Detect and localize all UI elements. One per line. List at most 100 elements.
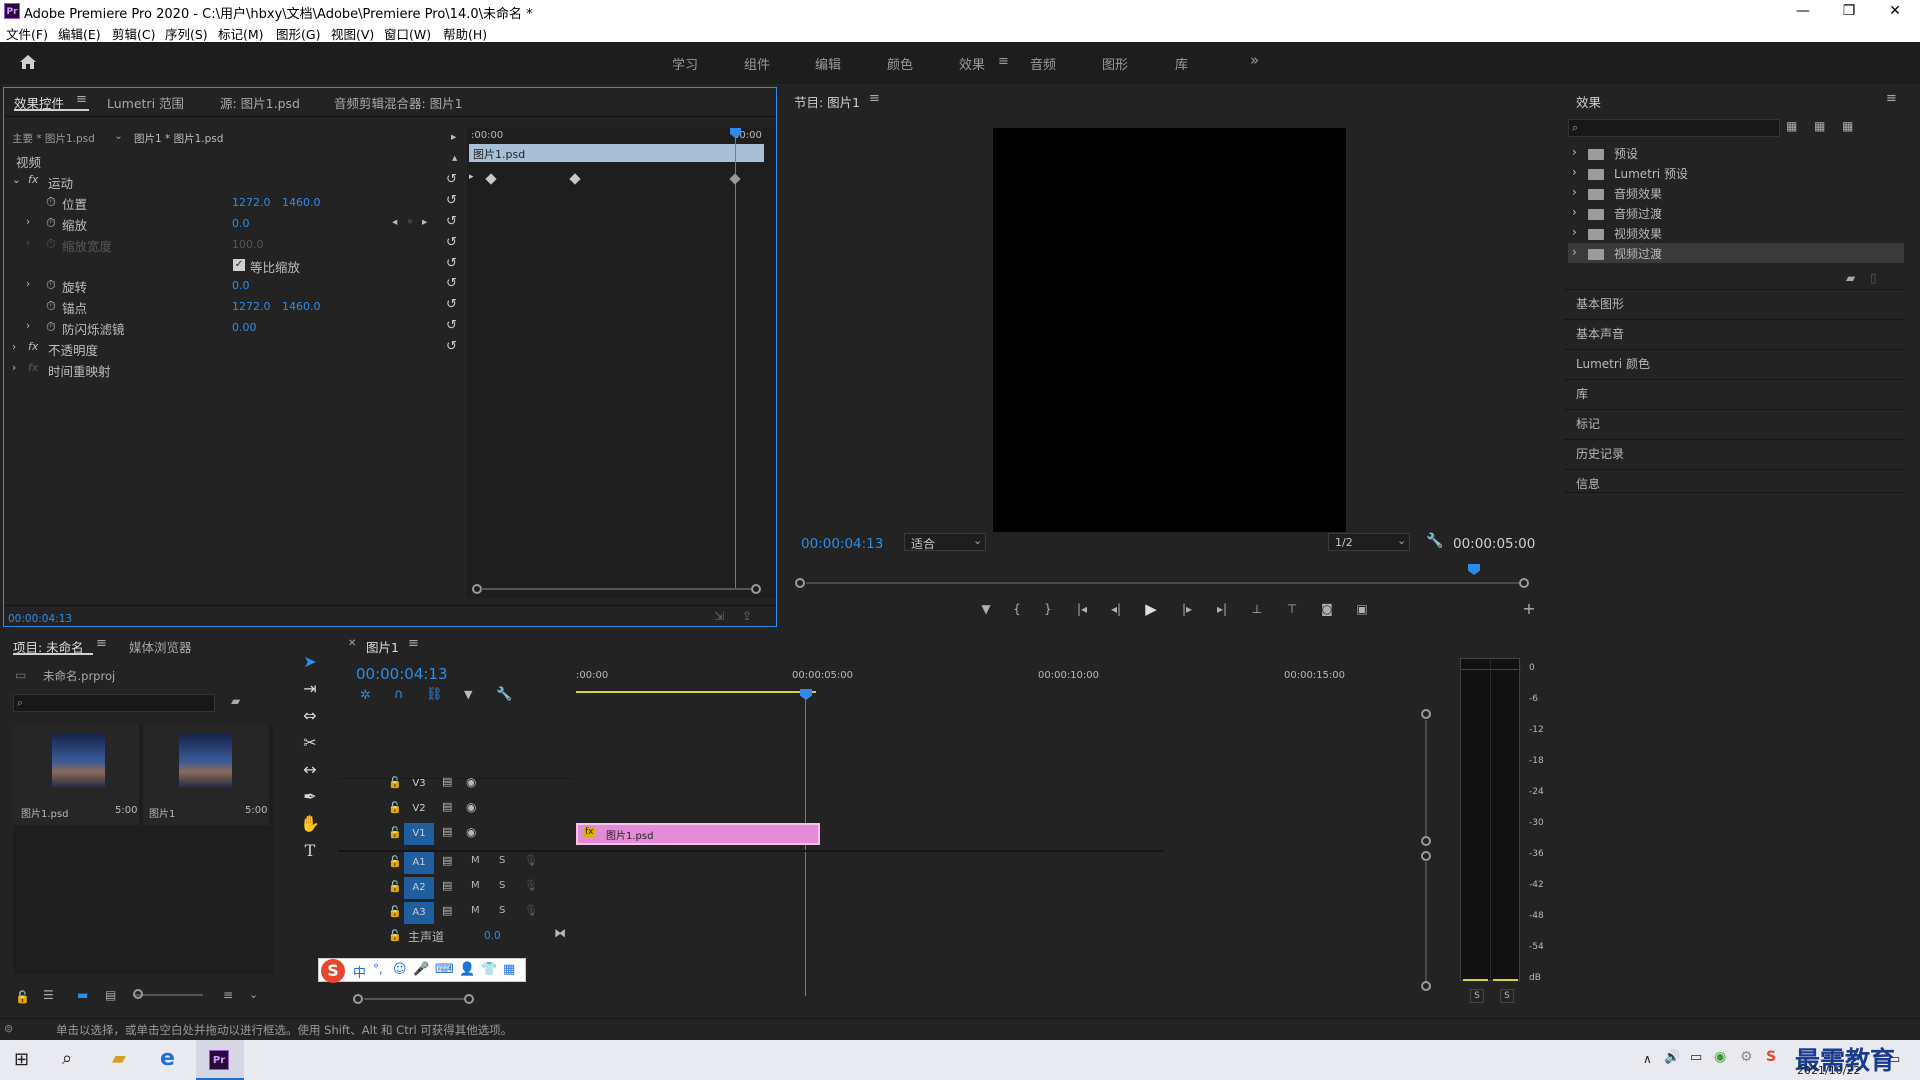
thumbnail-size-slider[interactable] (133, 994, 203, 996)
network-icon[interactable]: ▭ (1690, 1050, 1702, 1065)
menu-marker[interactable]: 标记(M) (218, 24, 264, 43)
keyframe-area[interactable]: :00:00 00:00 图片1.psd ▸ (467, 128, 776, 598)
eye-icon[interactable]: ◉ (466, 825, 476, 839)
project-item[interactable]: 图片1 5:00 (143, 725, 269, 825)
mute-button[interactable]: M (471, 855, 480, 866)
mic-icon[interactable]: 🎙 (524, 879, 538, 892)
folder-audio-transitions[interactable]: › 音频过渡 (1568, 203, 1904, 223)
slip-tool-icon[interactable]: ↔ (298, 758, 322, 782)
selection-tool-icon[interactable]: ➤ (298, 650, 322, 674)
camera-icon[interactable]: ◙ (1316, 599, 1338, 619)
windows-start-icon[interactable]: ⊞ (14, 1049, 29, 1070)
eye-icon[interactable]: ◉ (466, 775, 476, 789)
tab-media-browser[interactable]: 媒体浏览器 (129, 637, 192, 656)
emoji-icon[interactable]: ☺ (393, 962, 407, 977)
hand-tool-icon[interactable]: ✋ (298, 812, 322, 836)
mic-icon[interactable]: 🎙 (524, 854, 538, 867)
punctuation-icon[interactable]: °, (373, 962, 383, 976)
comparison-view-icon[interactable]: ▣ (1351, 599, 1373, 619)
workspace-tab-graphics[interactable]: 图形 (1102, 54, 1128, 73)
reset-icon[interactable]: ↺ (446, 276, 457, 291)
lock-icon[interactable]: 🔓 (388, 905, 402, 918)
project-search-input[interactable]: ⌕ (13, 694, 215, 712)
mark-in-icon[interactable]: { (1006, 599, 1028, 619)
folder-video-effects[interactable]: › 视频效果 (1568, 223, 1904, 243)
premiere-taskbar-button[interactable]: Pr (196, 1040, 244, 1080)
prev-keyframe-icon[interactable]: ◂ (392, 216, 397, 228)
linked-selection-icon[interactable]: ⛓ (426, 687, 443, 702)
clip-dropdown-chevron-icon[interactable]: ⌄ (114, 130, 123, 142)
export-frame-icon[interactable]: ⇲ (714, 609, 724, 623)
menu-sequence[interactable]: 序列(S) (165, 24, 208, 43)
edge-browser-icon[interactable]: e (160, 1046, 175, 1071)
vscroll-handle[interactable] (1421, 709, 1431, 719)
toolbox-icon[interactable]: ▦ (503, 962, 515, 977)
stopwatch-active-icon[interactable]: ⏱ (46, 215, 56, 231)
track-v1[interactable]: V1 (404, 823, 434, 845)
track-a2[interactable]: A2 (404, 877, 434, 899)
program-playhead-icon[interactable] (1468, 564, 1480, 575)
stopwatch-icon[interactable]: ⏱ (46, 319, 56, 335)
timeline-clip-v1[interactable]: fx 图片1.psd (576, 823, 820, 845)
menu-view[interactable]: 视图(V) (331, 24, 374, 43)
next-keyframe-icon[interactable]: ▸ (422, 216, 427, 228)
motion-expand-icon[interactable]: ⌄ (12, 174, 21, 186)
opacity-expand-icon[interactable]: › (12, 341, 16, 353)
workspace-tab-editing[interactable]: 编辑 (815, 54, 841, 73)
track-a1[interactable]: A1 (404, 852, 434, 874)
lock-icon[interactable]: 🔓 (388, 929, 402, 942)
master-clip-label[interactable]: 主要 * 图片1.psd (12, 131, 95, 146)
menu-edit[interactable]: 编辑(E) (58, 24, 101, 43)
anchor-y-value[interactable]: 1460.0 (282, 300, 321, 313)
solo-button[interactable]: S (499, 855, 505, 866)
keyboard-icon[interactable]: ⌨ (435, 962, 454, 977)
hscroll-handle[interactable] (353, 994, 363, 1004)
folder-lumetri-presets[interactable]: › Lumetri 预设 (1568, 163, 1904, 183)
fit-dropdown[interactable]: 适合 ⌄ (904, 533, 986, 551)
sync-lock-icon[interactable]: ▤ (442, 800, 452, 813)
workspace-tab-assembly[interactable]: 组件 (744, 54, 770, 73)
more-workspaces-icon[interactable]: » (1250, 51, 1259, 69)
solo-right-button[interactable]: S (1500, 989, 1514, 1003)
tray-app-icon[interactable]: ◉ (1714, 1049, 1726, 1065)
sync-lock-icon[interactable]: ▤ (442, 904, 452, 917)
vscroll-handle[interactable] (1421, 851, 1431, 861)
reset-icon[interactable]: ↺ (446, 235, 457, 250)
timeline-ruler[interactable]: :00:00 00:00:05:00 00:00:10:00 00:00:15:… (576, 660, 1412, 700)
solo-left-button[interactable]: S (1470, 989, 1484, 1003)
lock-icon[interactable]: 🔓 (388, 855, 402, 868)
anchor-x-value[interactable]: 1272.0 (232, 300, 271, 313)
timeline-hscroll[interactable] (364, 998, 464, 1000)
wrench-icon[interactable]: 🔧 (1426, 533, 1443, 549)
antiflicker-expand-icon[interactable]: › (26, 320, 30, 332)
work-area-bar[interactable] (576, 691, 816, 693)
keyframe-marker[interactable] (729, 173, 741, 185)
close-tab-icon[interactable]: ✕ (348, 638, 356, 649)
panel-menu-icon[interactable]: ≡ (1886, 91, 1897, 106)
panel-menu-icon[interactable]: ≡ (869, 91, 880, 106)
panel-menu-icon[interactable]: ≡ (408, 636, 419, 651)
delete-icon[interactable]: ▯ (1870, 271, 1877, 285)
go-to-out-icon[interactable]: ▸| (1211, 599, 1233, 619)
menu-help[interactable]: 帮助(H) (443, 24, 487, 43)
solo-button[interactable]: S (499, 905, 505, 916)
slider-handle[interactable] (133, 989, 143, 999)
video-vscroll[interactable] (1425, 720, 1427, 836)
tab-audio-clip-mixer[interactable]: 音频剪辑混合器: 图片1 (334, 93, 463, 112)
master-volume-value[interactable]: 0.0 (484, 930, 501, 942)
restore-button[interactable]: ❐ (1826, 0, 1872, 22)
home-icon[interactable] (18, 52, 38, 72)
project-item[interactable]: 图片1.psd 5:00 (13, 725, 139, 825)
expand-timeline-icon[interactable]: ▸ (451, 131, 456, 143)
reset-icon[interactable]: ↺ (446, 193, 457, 208)
reset-icon[interactable]: ↺ (446, 214, 457, 229)
sort-icon[interactable]: ≡ (223, 988, 233, 1002)
add-keyframe-icon[interactable]: ◦ (407, 216, 413, 228)
effects-search-input[interactable]: ⌕ (1568, 119, 1780, 137)
panel-menu-icon[interactable]: ≡ (96, 636, 107, 651)
timeline-timecode[interactable]: 00:00:04:13 (356, 665, 448, 683)
list-view-icon[interactable]: ☰ (43, 988, 54, 1002)
new-search-bin-icon[interactable]: ▰ (231, 694, 240, 708)
add-marker-icon[interactable]: ▼ (975, 599, 997, 619)
lock-icon[interactable]: 🔓 (388, 801, 402, 814)
